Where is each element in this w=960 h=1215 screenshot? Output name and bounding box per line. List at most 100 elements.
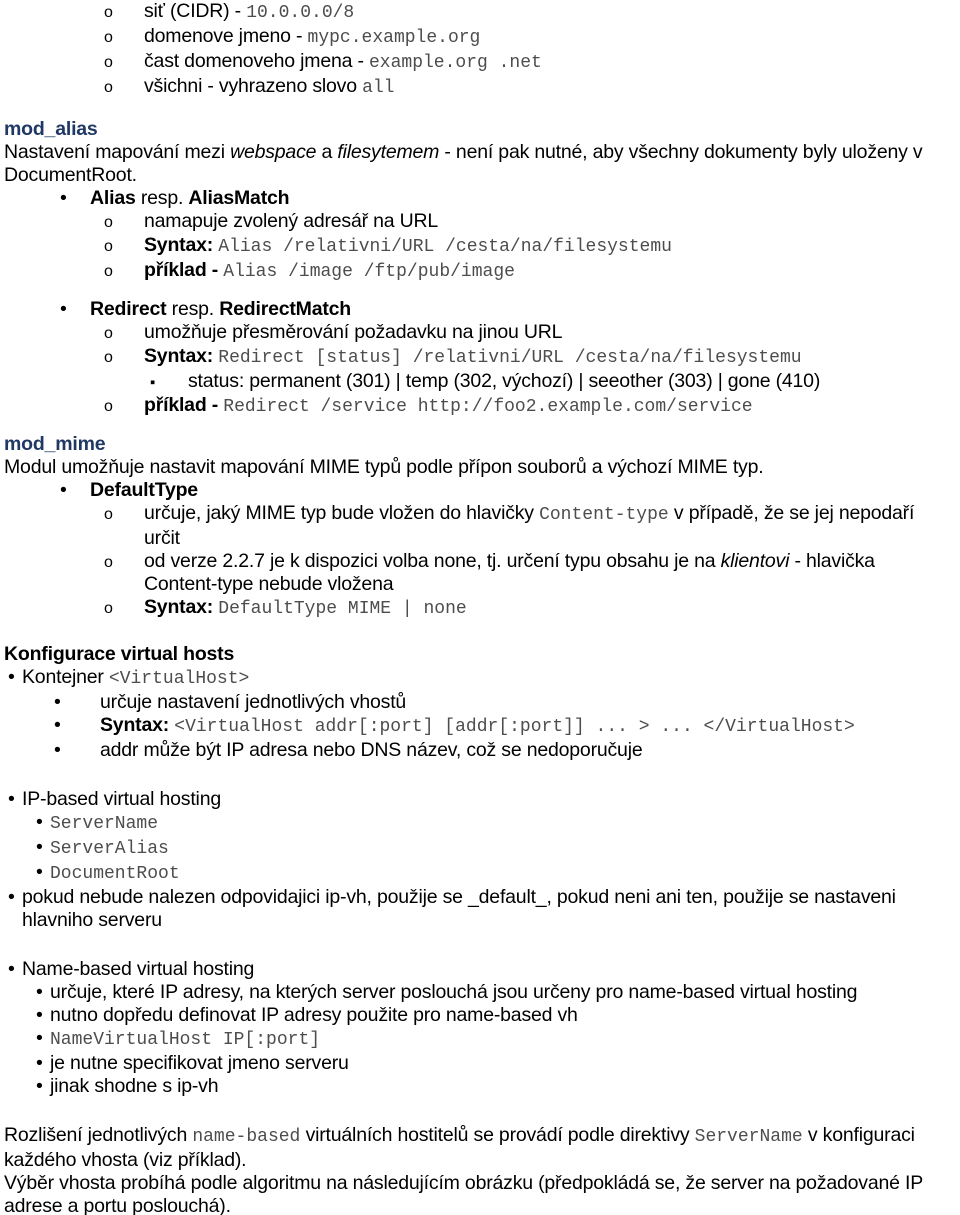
list-item: ServerName — [4, 811, 952, 836]
circle-bullet-icon — [104, 259, 144, 283]
list-item: umožňuje přesměrování požadavku na jinou… — [4, 321, 952, 345]
list-item: je nutne specifikovat jmeno serveru — [4, 1052, 952, 1075]
virtual-hosts-heading: Konfigurace virtual hosts — [4, 643, 235, 665]
dot-bullet-icon — [36, 861, 50, 884]
virtualhost-syntax-code: <VirtualHost addr[:port] [addr[:port]] .… — [174, 717, 855, 737]
redirectmatch-name: RedirectMatch — [219, 298, 352, 320]
servername-inline-code: ServerName — [694, 1127, 803, 1147]
dot-bullet-icon — [60, 479, 90, 502]
alias-syntax-code: Alias /relativni/URL /cesta/na/filesyste… — [218, 237, 672, 257]
ip-based-heading: IP-based virtual hosting — [22, 788, 221, 810]
version-note-pre: od verze 2.2.7 je k dispozici volba none… — [144, 550, 721, 572]
dot-bullet-icon — [36, 1075, 50, 1098]
mod-mime-intro: Modul umožňuje nastavit mapování MIME ty… — [4, 456, 764, 478]
alias-name: Alias — [90, 187, 136, 209]
dot-bullet-icon — [36, 811, 50, 834]
list-item: Syntax: DefaultType MIME | none — [4, 596, 952, 621]
virtualhost-tag-code: <VirtualHost> — [108, 669, 250, 689]
alias-syntax-label: Syntax: — [144, 234, 219, 256]
list-item: určuje, které IP adresy, na kterých serv… — [4, 981, 952, 1004]
list-item-code: mypc.example.org — [307, 28, 481, 48]
list-item: addr může být IP adresa nebo DNS název, … — [4, 739, 952, 762]
list-item: čast domenoveho jmena - example.org .net — [4, 50, 952, 75]
circle-bullet-icon — [104, 321, 144, 345]
circle-bullet-icon — [104, 550, 144, 574]
list-item-code: all — [362, 78, 395, 98]
dot-bullet-icon — [8, 886, 22, 909]
circle-bullet-icon — [104, 0, 144, 24]
circle-bullet-icon — [104, 210, 144, 234]
alias-resp-text: resp. — [135, 187, 189, 209]
mod-alias-intro: Nastavení mapování mezi webspace a files… — [4, 141, 952, 187]
dot-bullet-icon — [8, 666, 22, 689]
name-based-note-1: určuje, které IP adresy, na kterých serv… — [50, 981, 858, 1003]
mod-mime-heading: mod_mime — [4, 433, 106, 455]
list-item: namapuje zvolený adresář na URL — [4, 210, 952, 234]
kontejner-label: Kontejner — [22, 666, 109, 688]
kontejner-description: určuje nastavení jednotlivých vhostů — [100, 691, 407, 713]
intro-emphasis-webspace: webspace — [230, 141, 317, 163]
dot-bullet-icon — [8, 788, 22, 811]
name-based-note-2: nutno dopředu definovat IP adresy použit… — [50, 1004, 578, 1026]
redirect-example-code: Redirect /service http://foo2.example.co… — [223, 397, 753, 417]
list-item-code: 10.0.0.0/8 — [246, 3, 355, 23]
redirect-directive-item: Redirect resp. RedirectMatch — [4, 298, 952, 321]
closing-paragraph-2: Výběr vhosta probíhá podle algoritmu na … — [4, 1172, 923, 1215]
redirect-name: Redirect — [90, 298, 167, 320]
list-item-label: všichni - vyhrazeno slovo — [144, 75, 363, 97]
circle-bullet-icon — [104, 345, 144, 369]
dot-bullet-icon — [36, 1004, 50, 1027]
name-based-inline-code: name-based — [192, 1127, 301, 1147]
circle-bullet-icon — [104, 596, 144, 620]
namevirtualhost-code: NameVirtualHost IP[:port] — [50, 1030, 321, 1050]
redirect-status-codes: status: permanent (301) | temp (302, výc… — [188, 370, 821, 392]
name-based-heading-item: Name-based virtual hosting — [4, 958, 952, 981]
defaulttype-syntax-label: Syntax: — [144, 596, 219, 618]
circle-bullet-icon — [104, 394, 144, 418]
virtualhost-syntax-label: Syntax: — [100, 714, 175, 736]
redirect-syntax-code: Redirect [status] /relativni/URL /cesta/… — [218, 348, 802, 368]
dot-bullet-icon — [54, 739, 100, 762]
defaulttype-desc-pre: určuje, jaký MIME typ bude vložen do hla… — [144, 502, 540, 524]
list-item: Syntax: <VirtualHost addr[:port] [addr[:… — [4, 714, 952, 739]
list-item: domenove jmeno - mypc.example.org — [4, 25, 952, 50]
redirect-syntax-label: Syntax: — [144, 345, 219, 367]
closing-p1-a: Rozlišení jednotlivých — [4, 1124, 193, 1146]
dot-bullet-icon — [8, 958, 22, 981]
defaulttype-syntax-code: DefaultType MIME | none — [218, 599, 467, 619]
closing-paragraph-1: Rozlišení jednotlivých name-based virtuá… — [4, 1124, 952, 1172]
list-item-label: čast domenoveho jmena - — [144, 50, 369, 72]
list-item: všichni - vyhrazeno slovo all — [4, 75, 952, 100]
list-item: nutno dopředu definovat IP adresy použit… — [4, 1004, 952, 1027]
list-item-label: domenove jmeno - — [144, 25, 308, 47]
redirect-example-label: příklad - — [144, 394, 224, 416]
kontejner-item: Kontejner <VirtualHost> — [4, 666, 952, 691]
content-type-code: Content-type — [539, 505, 669, 525]
dot-bullet-icon — [36, 836, 50, 859]
alias-example-label: příklad - — [144, 259, 224, 281]
list-item-label: siť (CIDR) - — [144, 0, 247, 22]
circle-bullet-icon — [104, 50, 144, 74]
redirect-resp-text: resp. — [166, 298, 220, 320]
ip-based-default-note: pokud nebude nalezen odpovidajici ip-vh,… — [22, 886, 896, 931]
list-item: příklad - Alias /image /ftp/pub/image — [4, 259, 952, 284]
name-based-heading: Name-based virtual hosting — [22, 958, 255, 980]
list-item: siť (CIDR) - 10.0.0.0/8 — [4, 0, 952, 25]
list-item: Syntax: Redirect [status] /relativni/URL… — [4, 345, 952, 370]
name-based-note-4: jinak shodne s ip-vh — [50, 1075, 219, 1097]
dot-bullet-icon — [60, 187, 90, 210]
list-item: jinak shodne s ip-vh — [4, 1075, 952, 1098]
dot-bullet-icon — [60, 298, 90, 321]
intro-emphasis-filesystem: filesytemem — [337, 141, 440, 163]
list-item: od verze 2.2.7 je k dispozici volba none… — [4, 550, 952, 596]
documentroot-code: DocumentRoot — [50, 864, 180, 884]
redirect-status-item: status: permanent (301) | temp (302, výc… — [4, 370, 952, 394]
list-item: určuje nastavení jednotlivých vhostů — [4, 691, 952, 714]
list-item: příklad - Redirect /service http://foo2.… — [4, 394, 952, 419]
ip-based-heading-item: IP-based virtual hosting — [4, 788, 952, 811]
aliasmatch-name: AliasMatch — [188, 187, 290, 209]
square-bullet-icon — [150, 370, 188, 394]
ip-based-note-item: pokud nebude nalezen odpovidajici ip-vh,… — [4, 886, 952, 932]
dot-bullet-icon — [36, 981, 50, 1004]
list-item: DocumentRoot — [4, 861, 952, 886]
